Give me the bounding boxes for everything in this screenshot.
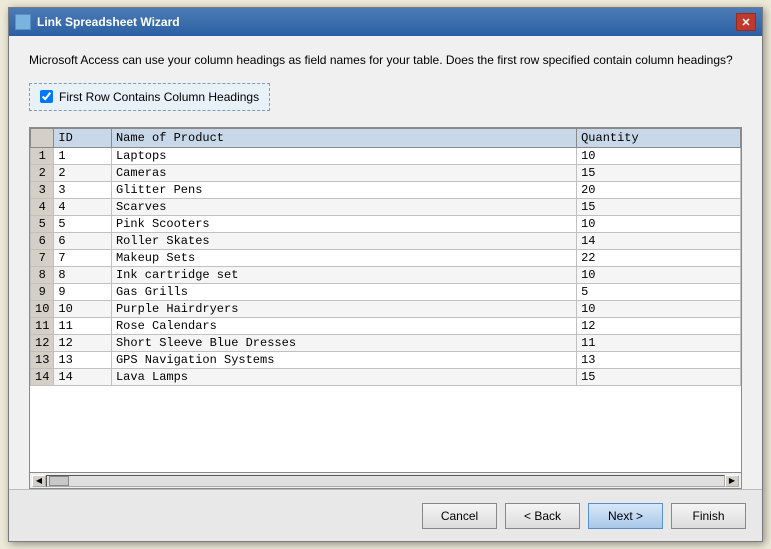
cell-id: 7 — [54, 249, 112, 266]
cell-rownum: 1 — [31, 147, 54, 164]
cell-quantity: 10 — [577, 266, 741, 283]
cell-id: 12 — [54, 334, 112, 351]
cell-rownum: 11 — [31, 317, 54, 334]
cell-name: Laptops — [111, 147, 576, 164]
finish-button[interactable]: Finish — [671, 503, 746, 529]
table-row: 1212Short Sleeve Blue Dresses11 — [31, 334, 741, 351]
window-title: Link Spreadsheet Wizard — [37, 15, 736, 29]
cell-name: Rose Calendars — [111, 317, 576, 334]
table-row: 11Laptops10 — [31, 147, 741, 164]
scroll-left-btn[interactable]: ◀ — [32, 475, 46, 487]
footer: Cancel < Back Next > Finish — [9, 489, 762, 541]
cell-name: Glitter Pens — [111, 181, 576, 198]
window-icon — [15, 14, 31, 30]
cell-quantity: 10 — [577, 300, 741, 317]
data-table-container: ID Name of Product Quantity 11Laptops102… — [29, 127, 742, 489]
cell-rownum: 9 — [31, 283, 54, 300]
table-row: 44Scarves15 — [31, 198, 741, 215]
data-table: ID Name of Product Quantity 11Laptops102… — [30, 128, 741, 386]
cell-quantity: 22 — [577, 249, 741, 266]
table-header-row: ID Name of Product Quantity — [31, 128, 741, 147]
cell-quantity: 5 — [577, 283, 741, 300]
table-scroll-area[interactable]: ID Name of Product Quantity 11Laptops102… — [30, 128, 741, 472]
cell-rownum: 10 — [31, 300, 54, 317]
table-row: 1010Purple Hairdryers10 — [31, 300, 741, 317]
scroll-thumb[interactable] — [49, 476, 69, 486]
cell-name: Cameras — [111, 164, 576, 181]
cell-rownum: 13 — [31, 351, 54, 368]
cell-rownum: 4 — [31, 198, 54, 215]
scroll-track[interactable] — [46, 475, 725, 487]
next-button[interactable]: Next > — [588, 503, 663, 529]
cell-name: Pink Scooters — [111, 215, 576, 232]
cell-id: 9 — [54, 283, 112, 300]
cell-name: Short Sleeve Blue Dresses — [111, 334, 576, 351]
cell-name: GPS Navigation Systems — [111, 351, 576, 368]
cell-rownum: 5 — [31, 215, 54, 232]
cell-id: 6 — [54, 232, 112, 249]
back-button[interactable]: < Back — [505, 503, 580, 529]
cell-id: 10 — [54, 300, 112, 317]
description-text: Microsoft Access can use your column hea… — [29, 52, 742, 69]
cell-name: Purple Hairdryers — [111, 300, 576, 317]
cell-quantity: 10 — [577, 215, 741, 232]
table-row: 1111Rose Calendars12 — [31, 317, 741, 334]
checkbox-container: First Row Contains Column Headings — [29, 83, 270, 111]
col-quantity: Quantity — [577, 128, 741, 147]
cell-id: 4 — [54, 198, 112, 215]
col-id: ID — [54, 128, 112, 147]
cell-name: Scarves — [111, 198, 576, 215]
cell-rownum: 3 — [31, 181, 54, 198]
cell-quantity: 14 — [577, 232, 741, 249]
cell-id: 5 — [54, 215, 112, 232]
cell-quantity: 15 — [577, 164, 741, 181]
table-row: 88Ink cartridge set10 — [31, 266, 741, 283]
table-row: 1313GPS Navigation Systems13 — [31, 351, 741, 368]
cell-name: Roller Skates — [111, 232, 576, 249]
title-bar: Link Spreadsheet Wizard ✕ — [9, 8, 762, 36]
table-body: 11Laptops1022Cameras1533Glitter Pens2044… — [31, 147, 741, 385]
table-row: 22Cameras15 — [31, 164, 741, 181]
close-button[interactable]: ✕ — [736, 13, 756, 31]
table-row: 33Glitter Pens20 — [31, 181, 741, 198]
cancel-button[interactable]: Cancel — [422, 503, 497, 529]
cell-quantity: 20 — [577, 181, 741, 198]
content-area: Microsoft Access can use your column hea… — [9, 36, 762, 489]
table-row: 66Roller Skates14 — [31, 232, 741, 249]
cell-rownum: 8 — [31, 266, 54, 283]
table-row: 1414Lava Lamps15 — [31, 368, 741, 385]
cell-quantity: 13 — [577, 351, 741, 368]
col-rownum — [31, 128, 54, 147]
horizontal-scrollbar[interactable]: ◀ ▶ — [30, 472, 741, 488]
cell-id: 8 — [54, 266, 112, 283]
cell-name: Gas Grills — [111, 283, 576, 300]
cell-rownum: 6 — [31, 232, 54, 249]
cell-id: 13 — [54, 351, 112, 368]
col-name: Name of Product — [111, 128, 576, 147]
cell-id: 11 — [54, 317, 112, 334]
cell-quantity: 11 — [577, 334, 741, 351]
cell-quantity: 15 — [577, 198, 741, 215]
checkbox-label: First Row Contains Column Headings — [59, 90, 259, 104]
table-row: 99Gas Grills5 — [31, 283, 741, 300]
cell-rownum: 12 — [31, 334, 54, 351]
cell-id: 14 — [54, 368, 112, 385]
cell-rownum: 7 — [31, 249, 54, 266]
cell-name: Lava Lamps — [111, 368, 576, 385]
cell-quantity: 10 — [577, 147, 741, 164]
cell-quantity: 12 — [577, 317, 741, 334]
cell-id: 3 — [54, 181, 112, 198]
cell-rownum: 14 — [31, 368, 54, 385]
table-row: 55Pink Scooters10 — [31, 215, 741, 232]
cell-quantity: 15 — [577, 368, 741, 385]
cell-name: Makeup Sets — [111, 249, 576, 266]
first-row-checkbox[interactable] — [40, 90, 53, 103]
cell-rownum: 2 — [31, 164, 54, 181]
table-row: 77Makeup Sets22 — [31, 249, 741, 266]
cell-id: 2 — [54, 164, 112, 181]
main-window: Link Spreadsheet Wizard ✕ Microsoft Acce… — [8, 7, 763, 542]
cell-id: 1 — [54, 147, 112, 164]
cell-name: Ink cartridge set — [111, 266, 576, 283]
scroll-right-btn[interactable]: ▶ — [725, 475, 739, 487]
